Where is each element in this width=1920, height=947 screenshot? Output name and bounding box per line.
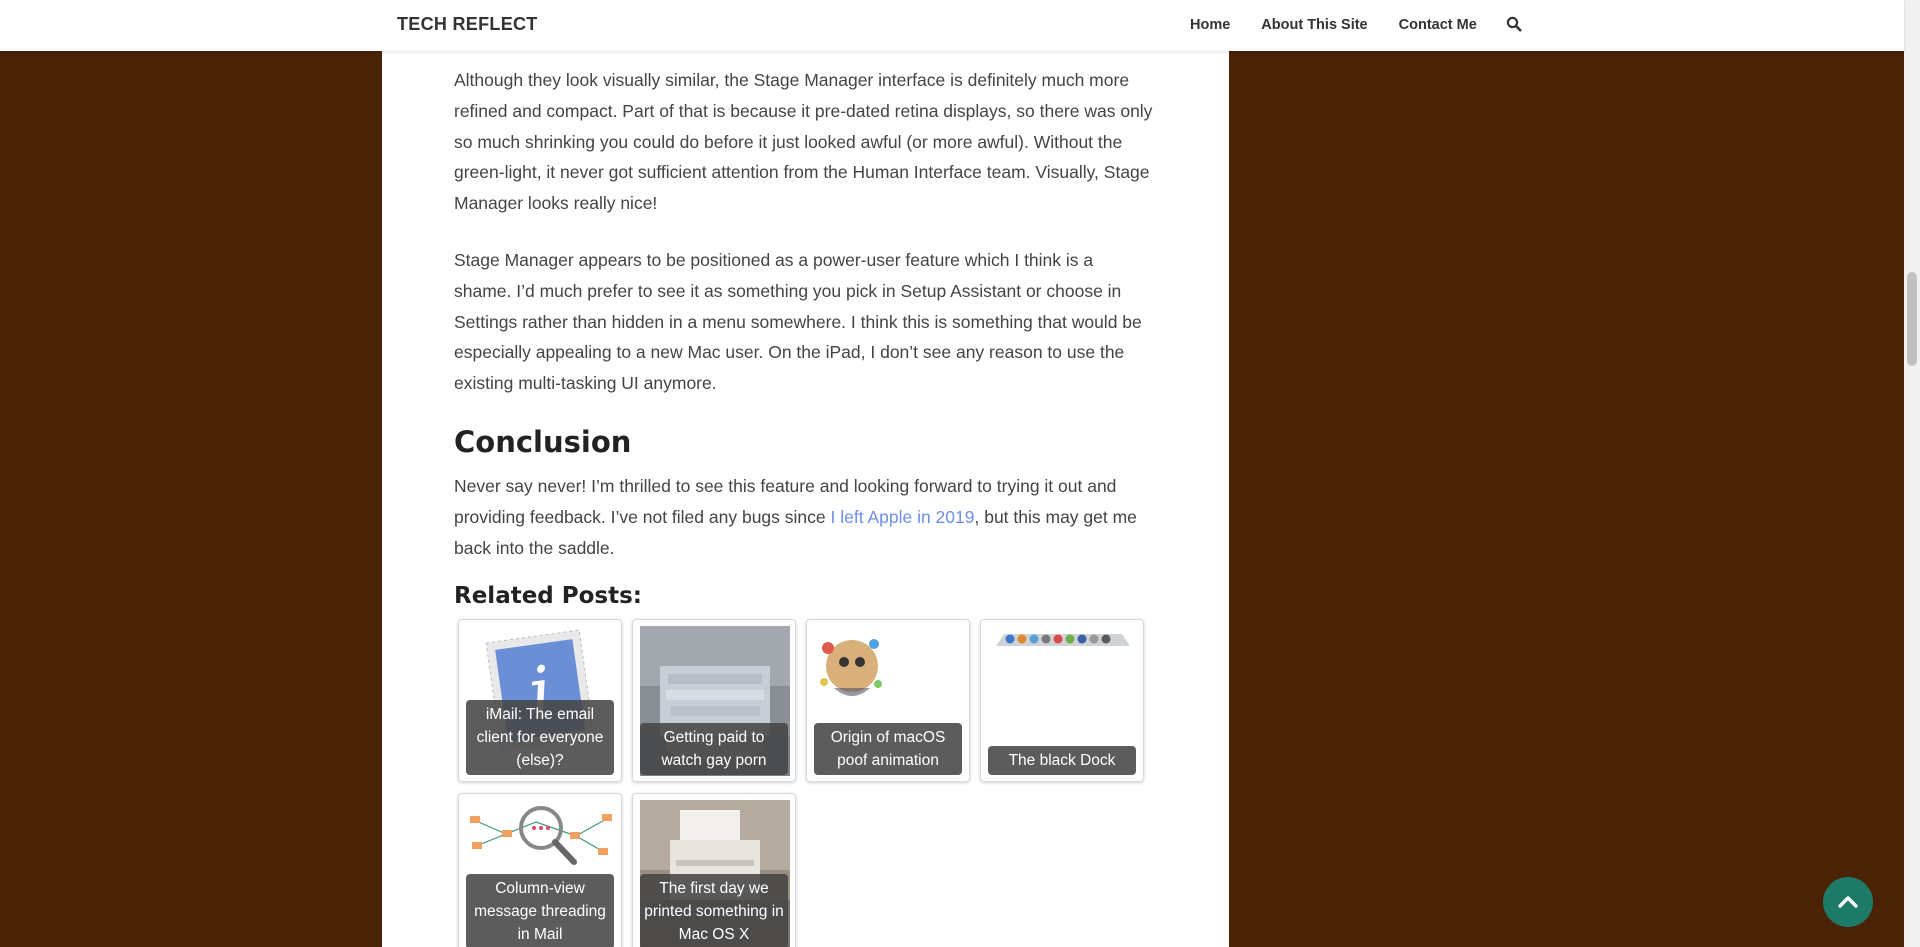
article-body: Although they look visually similar, the… [454,65,1154,589]
scroll-to-top-button[interactable] [1823,877,1873,927]
nav-contact[interactable]: Contact Me [1399,17,1477,33]
related-post-card[interactable]: Origin of macOS poof animation [806,619,970,782]
related-post-caption: iMail: The email client for everyone (el… [466,700,614,775]
main-content: Although they look visually similar, the… [382,51,1229,947]
chevron-up-icon [1838,896,1858,908]
top-navigation-bar: TECH REFLECT Home About This Site Contac… [0,0,1904,51]
scrollbar-thumb[interactable] [1907,272,1917,366]
paragraph: Never say never! I’m thrilled to see thi… [454,471,1154,563]
nav-home[interactable]: Home [1190,17,1230,33]
paragraph: Although they look visually similar, the… [454,70,1153,214]
related-post-card[interactable]: Getting paid to watch gay porn [632,619,796,782]
related-post-card[interactable]: The first day we printed something in Ma… [632,793,796,947]
related-post-caption: Column-view message threading in Mail [466,874,614,947]
conclusion-heading: Conclusion [454,424,632,459]
related-post-caption: The first day we printed something in Ma… [640,874,788,947]
site-title[interactable]: TECH REFLECT [397,14,538,35]
search-icon[interactable] [1506,16,1522,32]
related-post-caption: Origin of macOS poof animation [814,723,962,775]
related-posts-heading: Related Posts: [454,583,643,609]
related-post-caption: The black Dock [988,746,1136,775]
related-post-card[interactable]: i iMail: The email client for everyone (… [458,619,622,782]
related-post-caption: Getting paid to watch gay porn [640,723,788,775]
left-apple-link[interactable]: I left Apple in 2019 [830,507,974,527]
paragraph: Stage Manager appears to be positioned a… [454,249,1142,394]
main-nav: Home About This Site Contact Me [1190,16,1522,33]
vertical-scrollbar[interactable] [1904,0,1920,947]
related-post-card[interactable]: Column-view message threading in Mail [458,793,622,947]
related-post-card[interactable]: The black Dock [980,619,1144,782]
nav-about[interactable]: About This Site [1261,17,1367,33]
